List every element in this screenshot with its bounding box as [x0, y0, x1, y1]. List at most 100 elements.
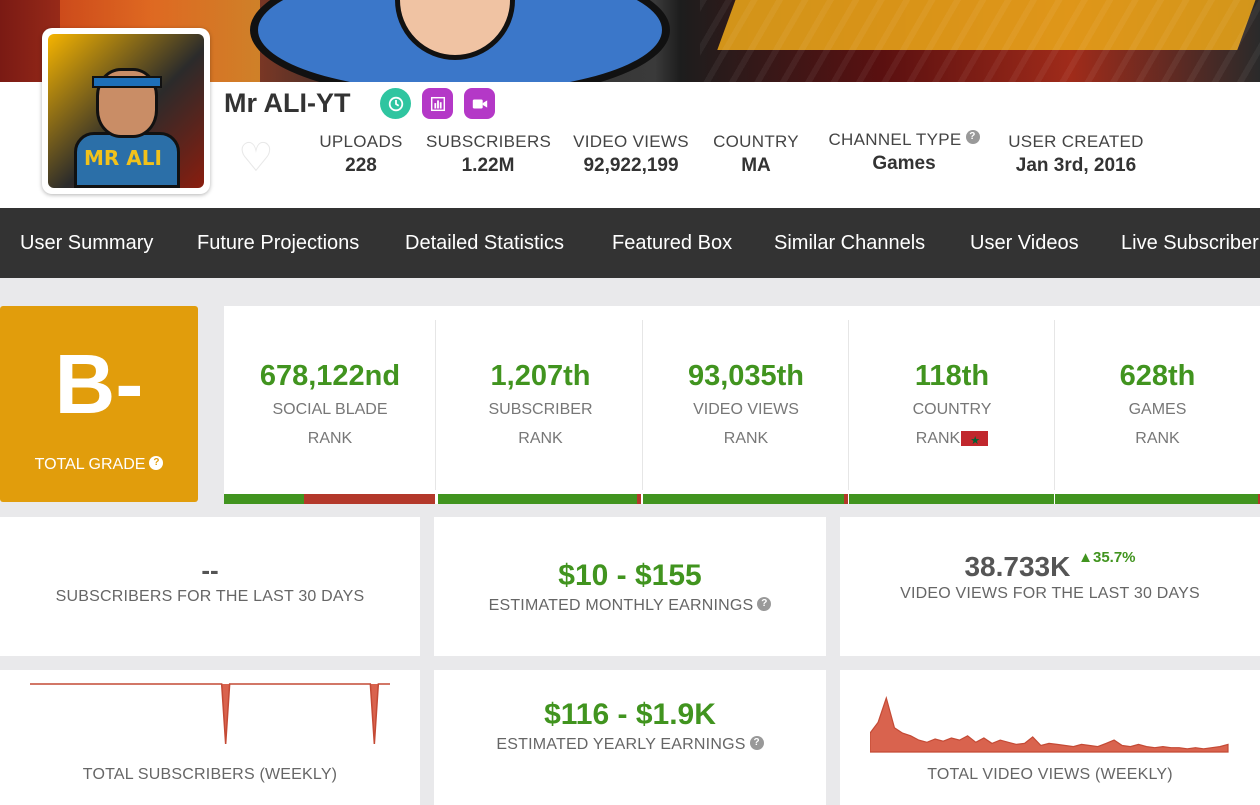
rank-bar-fill [224, 494, 304, 504]
question-icon[interactable]: ? [757, 597, 772, 611]
grade-label-wrap: TOTAL GRADE? [0, 456, 198, 474]
stat-value: Jan 3rd, 2016 [1015, 155, 1137, 176]
rank-value: 93,035th [687, 360, 805, 392]
rank-label: RANK [915, 430, 961, 447]
nav-bar: User Summary Future Projections Detailed… [0, 208, 1260, 278]
stat-value: 92,922,199 [583, 155, 679, 176]
stat-subscribers: SUBSCRIBERS 1.22M [426, 132, 552, 177]
heart-icon[interactable]: ♡ [238, 138, 278, 178]
monthly-earnings-label-wrap: ESTIMATED MONTHLY EARNINGS? [434, 597, 826, 615]
weekly-subscribers-label: TOTAL SUBSCRIBERS (WEEKLY) [82, 766, 338, 783]
video-views-series-area [870, 696, 1229, 753]
weekly-subscribers-card: TOTAL SUBSCRIBERS (WEEKLY) [0, 670, 420, 805]
rank-value: 1,207th [490, 360, 591, 392]
stat-label: CHANNEL TYPE [828, 130, 962, 149]
stat-label: USER CREATED [1008, 132, 1144, 151]
rank-bar-fill [849, 494, 1054, 504]
stat-label: VIDEO VIEWS [573, 132, 689, 151]
avatar-art [92, 76, 162, 88]
stat-label: UPLOADS [319, 132, 403, 151]
views-30-days-change: 35.7% [1092, 549, 1136, 566]
stat-video-views: VIDEO VIEWS 92,922,199 [572, 132, 690, 177]
rank-bar [438, 494, 641, 504]
monthly-earnings-value: $10 - $155 [558, 559, 702, 592]
rank-video-views: 93,035th VIDEO VIEWS RANK [643, 320, 849, 504]
rank-games: 628th GAMES RANK [1055, 320, 1260, 504]
clock-icon[interactable] [380, 88, 411, 119]
subscribers-30-days-label: SUBSCRIBERS FOR THE LAST 30 DAYS [55, 588, 365, 605]
rank-label: RANK [518, 430, 563, 447]
trend-up-icon: ▲ [1078, 549, 1093, 566]
bar-chart-icon[interactable] [422, 88, 453, 119]
rank-value: 678,122nd [259, 360, 401, 392]
nav-future-projections[interactable]: Future Projections [197, 208, 359, 278]
monthly-earnings-label: ESTIMATED MONTHLY EARNINGS [488, 597, 754, 614]
rank-label: RANK [307, 430, 353, 447]
rank-label-wrap: RANK [849, 426, 1055, 454]
rank-bar-fill [438, 494, 637, 504]
rank-bar-rest [304, 494, 435, 504]
grade-label: TOTAL GRADE [34, 456, 146, 473]
rank-label: VIDEO VIEWS [693, 401, 799, 418]
question-icon[interactable]: ? [749, 736, 764, 750]
subscribers-series-line [30, 683, 390, 745]
views-30-days-card: 38.733K ▲35.7% VIDEO VIEWS FOR THE LAST … [840, 517, 1260, 656]
stat-country: COUNTRY MA [712, 132, 800, 177]
stat-channel-type: CHANNEL TYPE? Games [820, 130, 988, 175]
rank-country: 118th COUNTRY RANK [849, 320, 1055, 504]
monthly-earnings-card: $10 - $155 ESTIMATED MONTHLY EARNINGS? [434, 517, 826, 656]
rank-subscriber: 1,207th SUBSCRIBER RANK [438, 320, 643, 504]
subscribers-30-days-value: -- [201, 555, 219, 585]
question-icon[interactable]: ? [965, 130, 980, 144]
channel-name: Mr ALI-YT [224, 88, 351, 118]
weekly-views-card: TOTAL VIDEO VIEWS (WEEKLY) [840, 670, 1260, 805]
nav-similar-channels[interactable]: Similar Channels [774, 208, 925, 278]
rank-bar-rest [637, 494, 641, 504]
rank-bar [224, 494, 435, 504]
stat-uploads: UPLOADS 228 [318, 132, 404, 177]
yearly-earnings-value: $116 - $1.9K [544, 698, 716, 731]
rank-bar [643, 494, 848, 504]
avatar-image: MR ALI [48, 34, 204, 188]
nav-live-subscriber-count[interactable]: Live Subscriber Count [1121, 208, 1260, 278]
stat-value: 228 [345, 155, 377, 176]
nav-detailed-statistics[interactable]: Detailed Statistics [405, 208, 564, 278]
rank-bar-rest [844, 494, 848, 504]
total-grade-box: B- TOTAL GRADE? [0, 306, 198, 502]
rank-panel: 678,122nd SOCIAL BLADE RANK 1,207th SUBS… [224, 306, 1260, 504]
weekly-views-label: TOTAL VIDEO VIEWS (WEEKLY) [927, 766, 1173, 783]
views-30-days-label: VIDEO VIEWS FOR THE LAST 30 DAYS [900, 585, 1200, 602]
stat-user-created: USER CREATED Jan 3rd, 2016 [1008, 132, 1144, 177]
rank-label: GAMES [1128, 401, 1187, 418]
yearly-earnings-card: $116 - $1.9K ESTIMATED YEARLY EARNINGS? [434, 670, 826, 805]
rank-bar-fill [1055, 494, 1258, 504]
grade-letter: B- [54, 337, 144, 431]
stat-label: SUBSCRIBERS [426, 132, 552, 151]
yearly-earnings-label: ESTIMATED YEARLY EARNINGS [496, 736, 746, 753]
yearly-earnings-label-wrap: ESTIMATED YEARLY EARNINGS? [434, 736, 826, 754]
subscribers-30-days-card: -- SUBSCRIBERS FOR THE LAST 30 DAYS [0, 517, 420, 656]
question-icon[interactable]: ? [149, 456, 164, 470]
rank-label: SOCIAL BLADE [272, 401, 388, 418]
views-30-days-value: 38.733K [964, 551, 1071, 582]
avatar[interactable]: MR ALI [42, 28, 210, 194]
rank-bar [1055, 494, 1260, 504]
rank-label: RANK [723, 430, 769, 447]
weekly-views-sparkline [870, 696, 1229, 753]
rank-social-blade: 678,122nd SOCIAL BLADE RANK [224, 320, 436, 504]
rank-bar-fill [643, 494, 844, 504]
nav-featured-box[interactable]: Featured Box [612, 208, 732, 278]
stat-value: 1.22M [461, 155, 515, 176]
avatar-logo-text: MR ALI [84, 146, 162, 170]
video-camera-icon[interactable] [464, 88, 495, 119]
weekly-subscribers-sparkline [30, 683, 390, 745]
rank-label: SUBSCRIBER [488, 401, 593, 418]
stat-value: Games [872, 153, 936, 174]
nav-user-videos[interactable]: User Videos [970, 208, 1079, 278]
views-30-days-value-wrap: 38.733K ▲35.7% [840, 549, 1260, 583]
stat-value: MA [741, 155, 771, 176]
rank-label: COUNTRY [912, 401, 992, 418]
nav-user-summary[interactable]: User Summary [20, 208, 153, 278]
rank-label: RANK [1135, 430, 1180, 447]
morocco-flag-icon [961, 429, 989, 454]
